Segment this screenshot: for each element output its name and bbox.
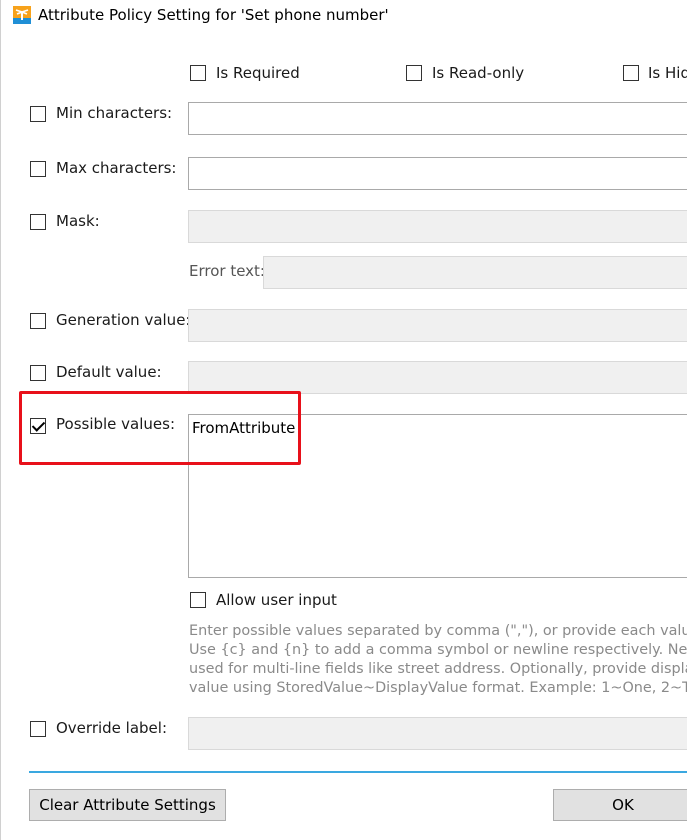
min-characters-input[interactable]: [188, 102, 687, 135]
help-line: value using StoredValue~DisplayValue for…: [189, 680, 687, 696]
override-label-input[interactable]: [188, 717, 687, 750]
highlight-box: [19, 391, 301, 465]
is-required-label: Is Required: [216, 64, 300, 82]
is-hidden-checkbox[interactable]: [623, 65, 639, 81]
is-hidden-label: Is Hid: [648, 64, 687, 82]
override-label-checkbox[interactable]: [30, 721, 46, 737]
is-read-only-checkbox[interactable]: [406, 65, 422, 81]
max-characters-label: Max characters:: [56, 159, 177, 177]
min-characters-label: Min characters:: [56, 104, 173, 122]
mask-input[interactable]: [188, 210, 687, 243]
attribute-policy-dialog: Attribute Policy Setting for 'Set phone …: [0, 0, 687, 840]
max-characters-checkbox[interactable]: [30, 161, 46, 177]
help-line: Enter possible values separated by comma…: [189, 623, 687, 639]
error-text-input[interactable]: [263, 256, 687, 289]
is-required-checkbox[interactable]: [190, 65, 206, 81]
default-value-input[interactable]: [188, 361, 687, 394]
palm-tree-icon: [13, 6, 31, 24]
title-bar: Attribute Policy Setting for 'Set phone …: [1, 0, 687, 32]
error-text-label: Error text:: [189, 262, 265, 280]
allow-user-input-checkbox[interactable]: [190, 592, 206, 608]
allow-user-input-label: Allow user input: [216, 591, 337, 609]
generation-value-input[interactable]: [188, 309, 687, 342]
help-line: used for multi-line fields like street a…: [189, 661, 687, 677]
is-read-only-label: Is Read-only: [432, 64, 525, 82]
help-line: Use {c} and {n} to add a comma symbol or…: [189, 642, 687, 658]
window-title: Attribute Policy Setting for 'Set phone …: [38, 6, 389, 24]
footer-separator: [29, 771, 687, 773]
mask-label: Mask:: [56, 212, 100, 230]
mask-checkbox[interactable]: [30, 214, 46, 230]
max-characters-input[interactable]: [188, 157, 687, 190]
min-characters-checkbox[interactable]: [30, 106, 46, 122]
possible-values-help: Enter possible values separated by comma…: [189, 622, 687, 698]
override-label-label: Override label:: [56, 719, 167, 737]
generation-value-checkbox[interactable]: [30, 313, 46, 329]
default-value-checkbox[interactable]: [30, 365, 46, 381]
clear-attribute-settings-button[interactable]: Clear Attribute Settings: [29, 789, 226, 821]
default-value-label: Default value:: [56, 363, 162, 381]
ok-button[interactable]: OK: [553, 789, 687, 821]
generation-value-label: Generation value:: [56, 311, 191, 329]
